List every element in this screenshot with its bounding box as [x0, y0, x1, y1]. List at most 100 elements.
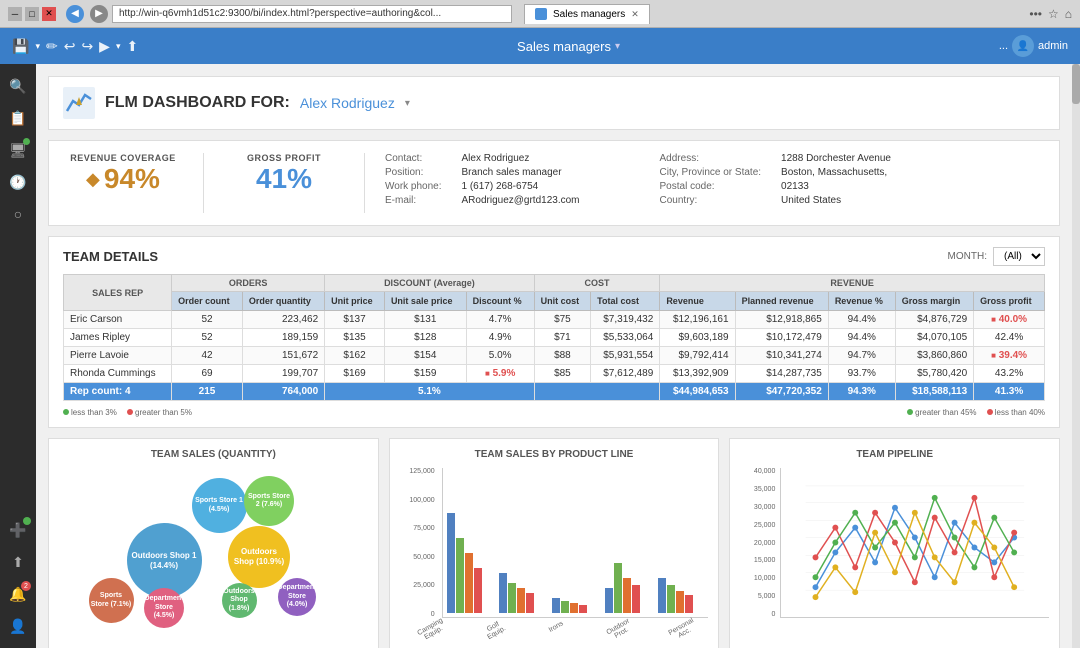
revenue-value: 94%: [104, 163, 160, 195]
cell-unit-sale-price: $131: [384, 311, 466, 329]
vertical-scrollbar[interactable]: [1072, 64, 1080, 648]
cell-name: Pierre Lavoie: [64, 347, 172, 365]
sidebar-item-upload[interactable]: ⬆: [4, 548, 32, 576]
dashboard-title: FLM DASHBOARD FOR:: [105, 94, 290, 112]
window-controls[interactable]: ─ □ ✕: [8, 7, 56, 21]
address-bar[interactable]: http://win-q6vmh1d51c2:9300/bi/index.htm…: [112, 5, 512, 23]
edit-icon[interactable]: ✏: [46, 38, 58, 55]
cell-order-qty: 151,672: [242, 347, 324, 365]
contact-col-values: Alex Rodriguez Branch sales manager 1 (6…: [462, 153, 580, 206]
bar-4-2: [676, 591, 684, 613]
main-layout: 🔍 📋 🖥 🕐 ○ ➕ ⬆ 🔔 2 👤: [0, 64, 1080, 648]
bubble-4: Sports Store (7.1%): [89, 578, 134, 623]
table-row: Pierre Lavoie 42 151,672 $162 $154 5.0% …: [64, 347, 1045, 365]
sidebar-item-circle[interactable]: ○: [4, 200, 32, 228]
minimize-btn[interactable]: ─: [8, 7, 22, 21]
product-line-chart: TEAM SALES BY PRODUCT LINE 125,000 100,0…: [389, 438, 720, 648]
cell-revenue: $9,792,414: [660, 347, 735, 365]
cell-planned-revenue: $10,341,274: [735, 347, 828, 365]
user-dropdown-arrow[interactable]: ▾: [405, 98, 410, 109]
tab-bar: Sales managers ✕: [524, 4, 650, 24]
sidebar-item-clock[interactable]: 🕐: [4, 168, 32, 196]
sidebar-item-notifications[interactable]: 🔔 2: [4, 580, 32, 608]
cell-gross-profit: 42.4%: [974, 329, 1045, 347]
tab-close-btn[interactable]: ✕: [631, 9, 639, 20]
bar-4-3: [685, 595, 693, 613]
total-revenue: $44,984,653: [660, 383, 735, 401]
redo-icon[interactable]: ↪: [81, 38, 93, 55]
table-row: Rhonda Cummings 69 199,707 $169 $159 ■ 5…: [64, 365, 1045, 383]
product-line-title: TEAM SALES BY PRODUCT LINE: [400, 449, 709, 460]
browser-tab[interactable]: Sales managers ✕: [524, 4, 650, 24]
sidebar-item-document[interactable]: 📋: [4, 104, 32, 132]
undo-icon[interactable]: ↩: [64, 38, 76, 55]
sidebar-item-search[interactable]: 🔍: [4, 72, 32, 100]
cell-unit-price: $135: [325, 329, 385, 347]
play-icon[interactable]: ▶: [99, 38, 110, 55]
browser-more-icon[interactable]: •••: [1029, 7, 1042, 21]
cell-order-count: 42: [172, 347, 243, 365]
restore-btn[interactable]: □: [25, 7, 39, 21]
sidebar-item-user-mgmt[interactable]: 👤: [4, 612, 32, 640]
share-icon[interactable]: ⬆: [126, 38, 138, 55]
cell-unit-cost: $88: [534, 347, 590, 365]
col-unit-cost: Unit cost: [534, 292, 590, 311]
gross-profit-kpi: GROSS PROFIT 41%: [224, 153, 344, 195]
total-order-qty: 764,000: [242, 383, 324, 401]
cell-revenue-pct: 94.4%: [828, 329, 895, 347]
sidebar-item-monitor[interactable]: 🖥: [4, 136, 32, 164]
cell-order-qty: 189,159: [242, 329, 324, 347]
bar-group-3: [605, 563, 652, 613]
save-icon[interactable]: 💾: [12, 38, 29, 55]
team-table: SALES REP ORDERS DISCOUNT (Average) COST…: [63, 274, 1045, 401]
close-btn[interactable]: ✕: [42, 7, 56, 21]
pipeline-chart: TEAM PIPELINE 40,000 35,000 30,000 25,00…: [729, 438, 1060, 648]
col-header-discount: DISCOUNT (Average): [325, 275, 535, 292]
cell-unit-cost: $75: [534, 311, 590, 329]
cell-gross-margin: $3,860,860: [895, 347, 973, 365]
month-select[interactable]: (All): [993, 247, 1045, 266]
cell-planned-revenue: $12,918,865: [735, 311, 828, 329]
bar-0-1: [456, 538, 464, 613]
bar-3-0: [605, 588, 613, 613]
toolbar-icons: 💾 ▾ ✏ ↩ ↪ ▶ ▾ ⬆: [12, 38, 138, 55]
dashboard-user-name[interactable]: Alex Rodriguez: [300, 95, 395, 111]
toolbar: 💾 ▾ ✏ ↩ ↪ ▶ ▾ ⬆ Sales managers ▾ ... 👤 a…: [0, 28, 1080, 64]
bar-labels: Camping Equip.Golf Equip.IronsOutdoor Pr…: [400, 622, 709, 638]
browser-right: ••• ☆ ⌂: [1029, 7, 1072, 21]
toolbar-title: Sales managers ▾: [146, 39, 991, 54]
cell-unit-cost: $71: [534, 329, 590, 347]
user-avatar: 👤: [1012, 35, 1034, 57]
bar-3-1: [614, 563, 622, 613]
forward-btn[interactable]: ▶: [90, 5, 108, 23]
cell-order-qty: 223,462: [242, 311, 324, 329]
cell-gross-margin: $4,876,729: [895, 311, 973, 329]
bar-1-0: [499, 573, 507, 613]
col-order-qty: Order quantity: [242, 292, 324, 311]
cell-gross-profit: ■ 39.4%: [974, 347, 1045, 365]
cell-name: Rhonda Cummings: [64, 365, 172, 383]
back-btn[interactable]: ◀: [66, 5, 84, 23]
browser-home-icon[interactable]: ⌂: [1065, 7, 1072, 21]
cell-planned-revenue: $14,287,735: [735, 365, 828, 383]
cell-discount-pct: 5.0%: [466, 347, 534, 365]
bar-2-0: [552, 598, 560, 613]
browser-star-icon[interactable]: ☆: [1048, 7, 1059, 21]
toolbar-more-btn[interactable]: ...: [999, 40, 1008, 52]
team-section: TEAM DETAILS MONTH: (All) SALES REP ORDE…: [48, 236, 1060, 428]
bubble-0: Sports Store 1 (4.5%): [192, 478, 247, 533]
sidebar-item-add[interactable]: ➕: [4, 516, 32, 544]
bar-0-3: [474, 568, 482, 613]
col-gross-margin: Gross margin: [895, 292, 973, 311]
col-total-cost: Total cost: [591, 292, 660, 311]
col-revenue-pct: Revenue %: [828, 292, 895, 311]
bar-1-3: [526, 593, 534, 613]
diamond-icon: ◆: [86, 169, 100, 190]
bar-groups: [442, 468, 709, 618]
bubble-7: Department Store (4.0%): [278, 578, 316, 616]
cell-unit-sale-price: $128: [384, 329, 466, 347]
col-order-count: Order count: [172, 292, 243, 311]
total-gross-profit: 41.3%: [974, 383, 1045, 401]
cell-name: James Ripley: [64, 329, 172, 347]
charts-row: TEAM SALES (Quantity) Sports Store 1 (4.…: [48, 438, 1060, 648]
